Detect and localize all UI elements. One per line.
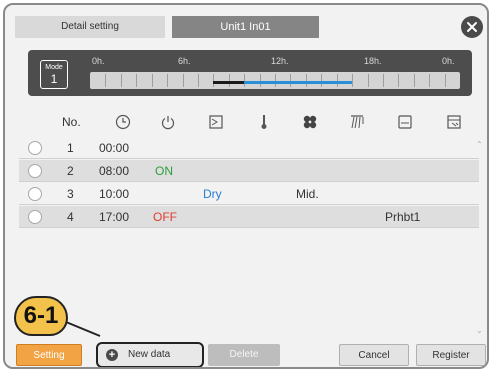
timeline-tick (368, 74, 369, 87)
timeline-tick (398, 74, 399, 87)
row-time: 10:00 (99, 187, 130, 201)
mode-label: Mode (45, 64, 63, 71)
timeline-tick (167, 74, 168, 87)
cancel-button[interactable]: Cancel (339, 344, 409, 366)
row-time: 17:00 (99, 210, 130, 224)
detail-setting-window: Detail setting Unit1 In01 Mode 1 0h. 6h.… (3, 3, 489, 369)
row-no: 4 (67, 210, 74, 224)
thermometer-icon (261, 115, 267, 129)
timeline-tick (414, 74, 415, 87)
mode-value: 1 (50, 72, 58, 86)
hour-labels: 0h. 6h. 12h. 18h. 0h. (86, 56, 458, 68)
hour-label: 6h. (178, 56, 191, 66)
row-onoff: ON (155, 164, 173, 178)
mode-icon (209, 115, 223, 129)
row-no: 2 (67, 164, 74, 178)
timeline-tick (429, 74, 430, 87)
timeline-tick (445, 74, 446, 87)
row-mode: Dry (203, 187, 222, 201)
close-button[interactable] (461, 16, 483, 38)
tab-detail-setting[interactable]: Detail setting (15, 16, 165, 38)
schedule-list: 1 00:00 2 08:00 ON 3 10:00 Dry Mid. 4 17… (19, 137, 479, 333)
timeline-tick (198, 74, 199, 87)
new-data-button[interactable]: + New data (96, 342, 204, 367)
scroll-down-icon[interactable]: ⌄ (476, 326, 483, 335)
row-select-radio[interactable] (28, 141, 42, 155)
timeline-tick (383, 74, 384, 87)
row-time: 08:00 (99, 164, 130, 178)
register-button[interactable]: Register (416, 344, 486, 366)
row-no: 3 (67, 187, 74, 201)
hour-label: 0h. (442, 56, 455, 66)
filter-icon (398, 115, 412, 129)
timeline-tick (136, 74, 137, 87)
row-select-radio[interactable] (28, 187, 42, 201)
timeline-tick (183, 74, 184, 87)
row-onoff: OFF (153, 210, 177, 224)
fan-icon (303, 115, 317, 129)
mode-indicator: Mode 1 (40, 60, 68, 89)
row-extra: Prhbt1 (385, 210, 421, 224)
row-select-radio[interactable] (28, 210, 42, 224)
unit-title: Unit1 In01 (172, 16, 319, 38)
clock-icon (115, 114, 131, 130)
scroll-up-icon[interactable]: ⌃ (476, 140, 483, 149)
column-no: No. (62, 115, 81, 129)
timeline-tick (352, 74, 353, 87)
column-header: No. (5, 112, 487, 134)
plus-icon: + (106, 349, 118, 361)
callout-badge: 6-1 (14, 296, 68, 336)
table-row[interactable]: 2 08:00 ON (19, 160, 479, 182)
row-no: 1 (67, 141, 74, 155)
new-data-label: New data (128, 349, 171, 360)
schedule-timeline: Mode 1 0h. 6h. 12h. 18h. 0h. (28, 50, 472, 96)
delete-button[interactable]: Delete (208, 344, 280, 366)
louver-icon (351, 115, 364, 129)
timeline-track (90, 72, 460, 89)
timeline-tick (105, 74, 106, 87)
hour-label: 0h. (92, 56, 105, 66)
timeline-tick (121, 74, 122, 87)
row-fan: Mid. (296, 187, 319, 201)
timeline-tick (152, 74, 153, 87)
timeline-segment-off (213, 81, 244, 84)
table-row[interactable]: 4 17:00 OFF Prhbt1 (19, 206, 479, 228)
table-row[interactable]: 1 00:00 (19, 137, 479, 159)
hour-label: 12h. (271, 56, 289, 66)
hour-label: 18h. (364, 56, 382, 66)
power-icon (161, 116, 175, 130)
table-row[interactable]: 3 10:00 Dry Mid. (19, 183, 479, 205)
bottom-toolbar: Setting + New data Delete Cancel Registe… (5, 339, 487, 367)
vent-icon (447, 115, 461, 129)
close-icon (467, 22, 477, 32)
timeline-segment-on (244, 81, 352, 84)
row-select-radio[interactable] (28, 164, 42, 178)
row-time: 00:00 (99, 141, 130, 155)
setting-button[interactable]: Setting (16, 344, 82, 366)
